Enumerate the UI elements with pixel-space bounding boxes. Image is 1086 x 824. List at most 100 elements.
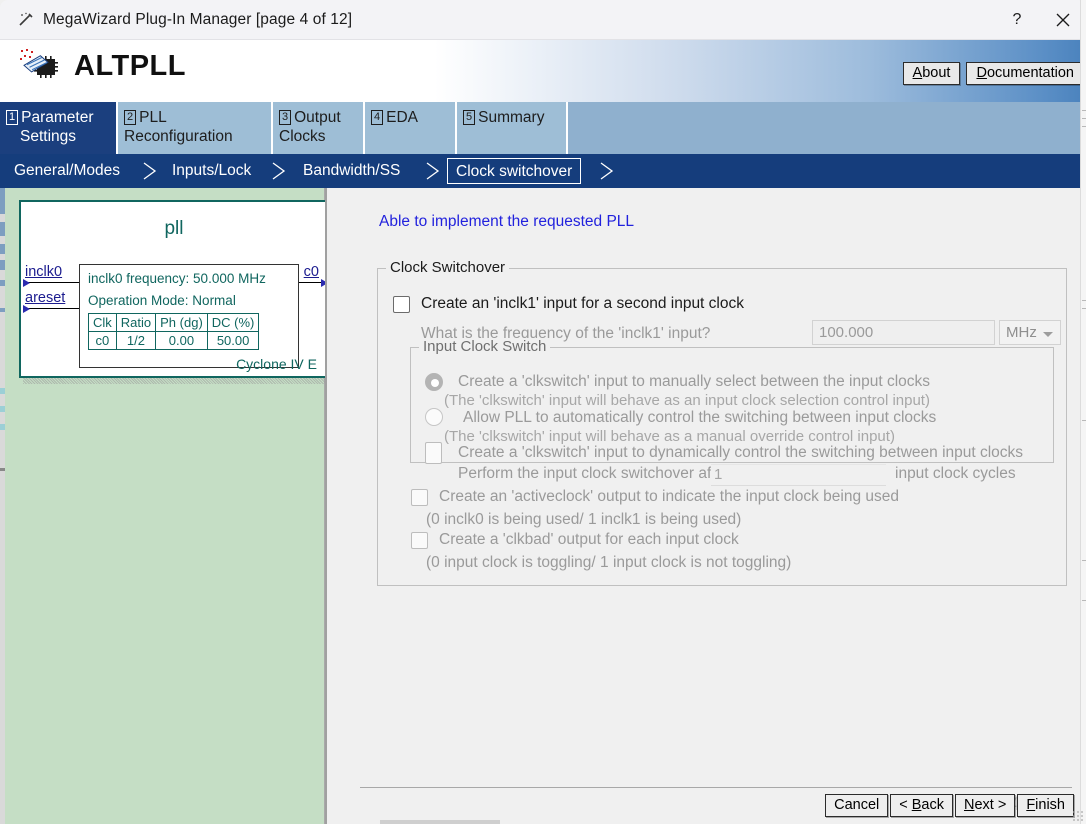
megawizard-window: MegaWizard Plug-In Manager [page 4 of 12… [0, 0, 1086, 824]
diagram-input-inclk0: inclk0 [25, 264, 63, 280]
title-bar: MegaWizard Plug-In Manager [page 4 of 12… [0, 0, 1086, 40]
resize-grip[interactable] [1072, 810, 1084, 822]
diagram-output-c0: c0 [303, 264, 319, 280]
chevron-right-icon [600, 162, 614, 180]
chevron-right-icon [272, 162, 286, 180]
col-clk: Clk [88, 313, 117, 332]
tab-summary[interactable]: 5 Summary [457, 102, 568, 154]
tab-label-line1: EDA [386, 109, 418, 126]
cell-clk: c0 [88, 331, 117, 350]
diagram-title: pll [164, 218, 184, 239]
chevron-right-icon [143, 162, 157, 180]
pll-block-diagram: pll inclk0 areset c0 inclk0 frequency: 5… [19, 200, 329, 378]
cell-ratio: 1/2 [115, 331, 157, 350]
main-content: Able to implement the requested PLL Cloc… [327, 188, 1080, 824]
window-title: MegaWizard Plug-In Manager [page 4 of 12… [43, 10, 353, 28]
product-banner: ALTPLL About Documentation [0, 40, 1086, 102]
diagram-input-areset: areset [25, 290, 66, 306]
tab-label-line2: Clocks [279, 128, 326, 145]
tab-label-line1: Output [294, 109, 341, 126]
tab-number: 2 [124, 110, 137, 125]
inclk1-frequency-unit-select[interactable]: MHz [999, 320, 1061, 345]
input-clock-switch-legend: Input Clock Switch [419, 338, 551, 355]
wizard-tabs: 1 Parameter Settings 2 PLL Reconfiguration… [0, 102, 1086, 154]
finish-button[interactable]: Finish [1017, 794, 1074, 817]
tab-label-line1: Parameter [21, 109, 94, 126]
banner-buttons: About Documentation [902, 62, 1084, 85]
breadcrumb-bandwidth-ss[interactable]: Bandwidth/SS [303, 158, 400, 184]
breadcrumb-clock-switchover[interactable]: Clock switchover [447, 158, 582, 184]
switchover-cycles-input[interactable]: 1 [711, 464, 886, 486]
documentation-button[interactable]: Documentation [966, 62, 1084, 85]
wizard-footer-buttons: Cancel < Back Next > Finish [825, 794, 1074, 817]
diagram-freq-line: inclk0 frequency: 50.000 MHz [88, 271, 266, 286]
back-button[interactable]: < Back [890, 794, 953, 817]
tab-number: 3 [279, 110, 292, 125]
activeclock-checkbox[interactable] [411, 489, 428, 506]
inclk1-frequency-input[interactable]: 100.000 [812, 320, 995, 345]
tab-label-line1: PLL [139, 109, 167, 126]
clkbad-checkbox-label[interactable]: Create a 'clkbad' output for each input … [439, 531, 739, 549]
tab-pll-reconfiguration[interactable]: 2 PLL Reconfiguration [118, 102, 273, 154]
diagram-info-box: inclk0 frequency: 50.000 MHz Operation M… [79, 264, 299, 368]
diagram-mode-line: Operation Mode: Normal [88, 293, 236, 308]
footer-separator [360, 787, 1072, 788]
breadcrumb-inputs-lock[interactable]: Inputs/Lock [172, 158, 251, 184]
breadcrumb-general-modes[interactable]: General/Modes [14, 158, 120, 184]
unit-value: MHz [1006, 324, 1037, 341]
dynamic-clkswitch-label[interactable]: Create a 'clkswitch' input to dynamicall… [458, 444, 1023, 462]
tab-output-clocks[interactable]: 3 Output Clocks [273, 102, 365, 154]
switchover-after-prefix: Perform the input clock switchover after [458, 465, 730, 482]
window-controls: ? [994, 0, 1086, 40]
close-icon [1056, 13, 1070, 27]
input-clock-switch-group: Input Clock Switch Create a 'clkswitch' … [410, 338, 1054, 486]
col-phase: Ph (dg) [155, 313, 208, 332]
diagram-clock-table: Clk Ratio Ph (dg) DC (%) c0 1/2 0.00 50.… [88, 313, 260, 350]
wand-icon [17, 11, 35, 29]
group-legend: Clock Switchover [386, 259, 510, 276]
cancel-button[interactable]: Cancel [825, 794, 889, 817]
help-icon: ? [1012, 11, 1022, 28]
table-header-row: Clk Ratio Ph (dg) DC (%) [88, 313, 260, 332]
taskbar-peek [380, 820, 500, 824]
next-button[interactable]: Next > [954, 794, 1016, 817]
chevron-right-icon [426, 162, 440, 180]
inclk1-checkbox[interactable] [393, 296, 410, 313]
radio-manual-select[interactable] [425, 373, 443, 391]
cell-dutycycle: 50.00 [206, 331, 260, 350]
activeclock-checkbox-label[interactable]: Create an 'activeclock' output to indica… [439, 488, 899, 506]
col-ratio: Ratio [115, 313, 157, 332]
inclk1-checkbox-label[interactable]: Create an 'inclk1' input for a second in… [421, 295, 744, 313]
pll-preview-panel: pll inclk0 areset c0 inclk0 frequency: 5… [5, 188, 335, 824]
radio-auto-switch-label[interactable]: Allow PLL to automatically control the s… [463, 409, 936, 427]
tab-label-line1: Summary [478, 109, 545, 126]
tab-number: 1 [6, 110, 19, 125]
radio-auto-switch-sublabel: (The 'clkswitch' input will behave as a … [444, 428, 895, 445]
switchover-after-suffix: input clock cycles [895, 465, 1016, 482]
chevron-down-icon [1043, 332, 1053, 337]
page-title: ALTPLL [74, 50, 186, 82]
status-message: Able to implement the requested PLL [379, 213, 635, 230]
col-dutycycle: DC (%) [206, 313, 260, 332]
tab-label-line2: Reconfiguration [124, 128, 233, 145]
outer-scroll-edge[interactable] [1080, 0, 1086, 824]
breadcrumb: General/Modes Inputs/Lock Bandwidth/SS C… [0, 154, 1086, 188]
altpll-chip-icon [18, 48, 64, 92]
clkbad-sublabel: (0 input clock is toggling/ 1 input cloc… [426, 554, 792, 571]
tab-parameter-settings[interactable]: 1 Parameter Settings [0, 102, 118, 154]
radio-manual-select-sublabel: (The 'clkswitch' input will behave as an… [444, 392, 930, 409]
radio-auto-switch[interactable] [425, 408, 443, 426]
clock-switchover-group: Clock Switchover Create an 'inclk1' inpu… [377, 259, 1067, 586]
help-button[interactable]: ? [994, 0, 1040, 40]
dynamic-clkswitch-checkbox[interactable] [425, 442, 442, 464]
clkbad-checkbox[interactable] [411, 532, 428, 549]
activeclock-sublabel: (0 inclk0 is being used/ 1 inclk1 is bei… [426, 511, 742, 528]
about-button[interactable]: About [902, 62, 961, 85]
radio-manual-select-label[interactable]: Create a 'clkswitch' input to manually s… [458, 373, 930, 391]
tab-number: 4 [371, 110, 384, 125]
diagram-device-name: Cyclone IV E [236, 356, 317, 372]
tab-number: 5 [463, 110, 476, 125]
tab-label-line2: Settings [20, 128, 77, 145]
table-row: c0 1/2 0.00 50.00 [88, 331, 260, 350]
tab-eda[interactable]: 4 EDA [365, 102, 457, 154]
